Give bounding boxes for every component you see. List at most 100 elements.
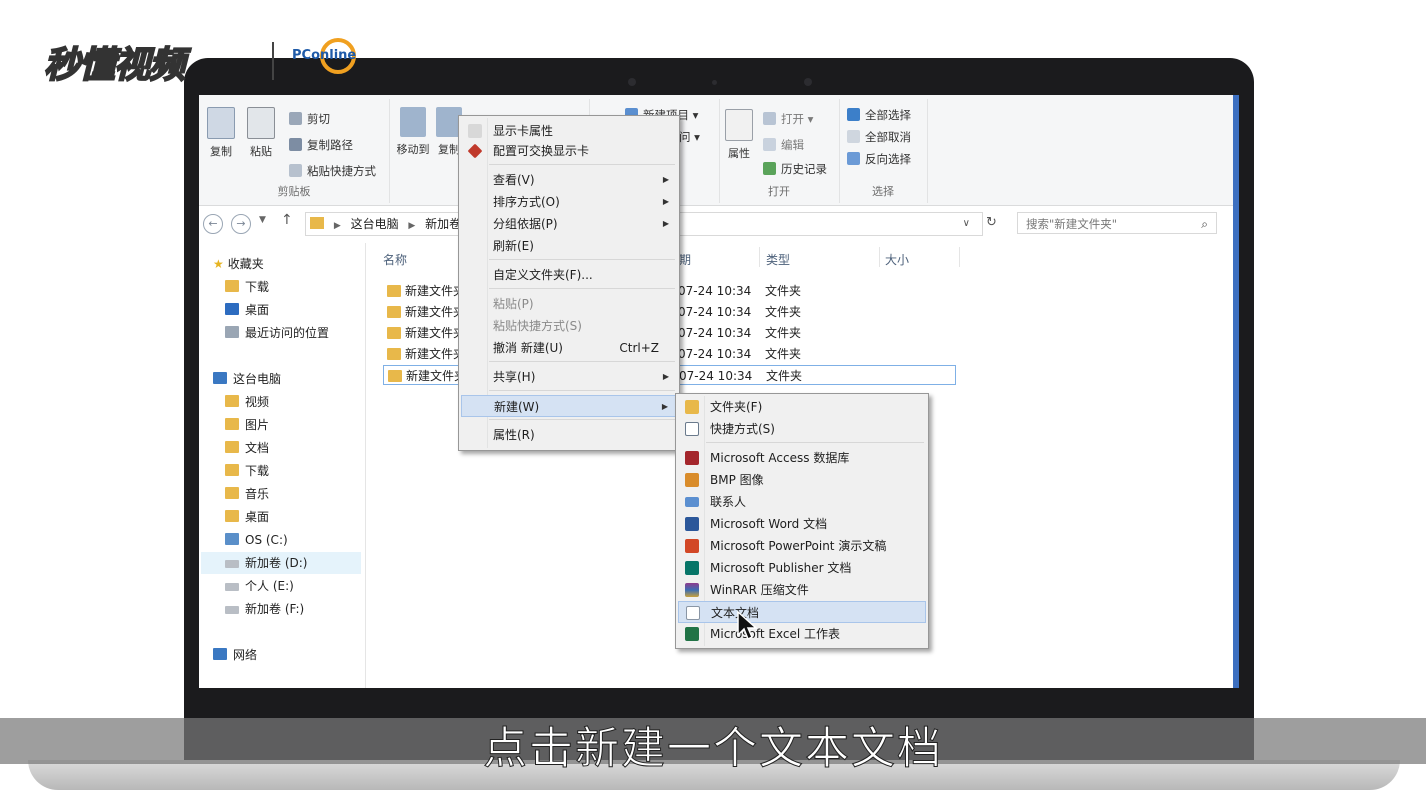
navpane-item-recent[interactable]: 最近访问的位置 <box>225 322 329 344</box>
text-document-icon <box>686 606 700 620</box>
move-to-button[interactable]: 移动到 <box>393 107 433 157</box>
brand-logo: 秒懂视频 <box>43 44 186 87</box>
column-header-type[interactable]: 类型 <box>766 251 790 268</box>
submenu-item-text-document[interactable]: 文本文档 <box>678 601 926 623</box>
copy-button[interactable]: 复制 <box>201 107 241 159</box>
navpane-item-drive-f[interactable]: 新加卷 (F:) <box>225 598 304 620</box>
open-icon <box>763 112 776 125</box>
pictures-folder-icon <box>225 418 239 430</box>
invert-selection-icon <box>847 152 860 165</box>
navpane-item-pictures[interactable]: 图片 <box>225 414 269 436</box>
navpane-item-downloads[interactable]: 下载 <box>225 276 269 298</box>
forward-button[interactable]: → <box>231 214 251 234</box>
ribbon-group-label: 剪贴板 <box>277 185 311 198</box>
paste-shortcut-button[interactable]: 粘贴快捷方式 <box>289 161 376 181</box>
folder-icon <box>387 348 401 360</box>
navigation-bar: ← → ▼ ↑ ▶ 这台电脑 ▶ 新加卷 ∨ ↻ 搜索"新建文件夹" ⌕ <box>199 209 1239 239</box>
menu-item-view[interactable]: 查看(V) ▶ <box>461 169 677 191</box>
menu-item-undo-new[interactable]: 撤消 新建(U) Ctrl+Z <box>461 337 677 359</box>
camera-lens-icon <box>712 80 717 85</box>
menu-item-new[interactable]: 新建(W) ▶ <box>461 395 677 417</box>
submenu-item-publisher[interactable]: Microsoft Publisher 文档 <box>678 557 926 579</box>
navpane-item-desktop-pc[interactable]: 桌面 <box>225 506 269 528</box>
navpane-item-drive-d[interactable]: 新加卷 (D:) <box>201 552 361 574</box>
navpane-item-drive-c[interactable]: OS (C:) <box>225 529 288 551</box>
column-divider[interactable] <box>759 247 760 267</box>
search-icon: ⌕ <box>1201 217 1208 231</box>
menu-item-paste[interactable]: 粘贴(P) <box>461 293 677 315</box>
submenu-arrow-icon: ▶ <box>662 175 669 184</box>
star-icon: ★ <box>213 257 224 271</box>
submenu-item-powerpoint[interactable]: Microsoft PowerPoint 演示文稿 <box>678 535 926 557</box>
navpane-favorites[interactable]: ★ 收藏夹 <box>213 253 264 275</box>
navpane-item-desktop[interactable]: 桌面 <box>225 299 269 321</box>
address-dropdown-icon[interactable]: ∨ <box>963 213 970 235</box>
navpane-item-drive-e[interactable]: 个人 (E:) <box>225 575 294 597</box>
history-button[interactable]: 历史记录 <box>763 159 827 179</box>
submenu-item-excel[interactable]: Microsoft Excel 工作表 <box>678 623 926 645</box>
copy-path-button[interactable]: 复制路径 <box>289 135 353 155</box>
subtitle-text: 点击新建一个文本文档 <box>483 723 943 775</box>
select-all-button[interactable]: 全部选择 <box>847 105 911 125</box>
folder-icon <box>387 285 401 297</box>
cut-button[interactable]: 剪切 <box>289 109 330 129</box>
invert-selection-button[interactable]: 反向选择 <box>847 149 911 169</box>
folder-icon <box>387 306 401 318</box>
select-none-button[interactable]: 全部取消 <box>847 127 911 147</box>
navpane-this-pc[interactable]: 这台电脑 <box>213 368 281 390</box>
search-input[interactable]: 搜索"新建文件夹" ⌕ <box>1017 212 1217 234</box>
winrar-icon <box>685 583 699 597</box>
paste-button[interactable]: 粘贴 <box>241 107 281 159</box>
music-folder-icon <box>225 487 239 499</box>
menu-item-sort[interactable]: 排序方式(O) ▶ <box>461 191 677 213</box>
submenu-item-folder[interactable]: 文件夹(F) <box>678 396 926 418</box>
column-divider[interactable] <box>959 247 960 267</box>
back-button[interactable]: ← <box>203 214 223 234</box>
up-button[interactable]: ↑ <box>281 212 293 228</box>
partner-logo: PConline <box>290 38 380 78</box>
recent-locations-chevron-icon[interactable]: ▼ <box>259 215 266 225</box>
publisher-icon <box>685 561 699 575</box>
history-icon <box>763 162 776 175</box>
menu-item-display-properties[interactable]: 显示卡属性 <box>461 120 677 142</box>
mouse-cursor-icon <box>737 611 757 641</box>
navpane-item-documents[interactable]: 文档 <box>225 437 269 459</box>
column-header-size[interactable]: 大小 <box>885 251 909 268</box>
desktop-edge <box>1233 95 1239 688</box>
submenu-item-contact[interactable]: 联系人 <box>678 491 926 513</box>
breadcrumb-volume[interactable]: 新加卷 <box>425 217 461 231</box>
breadcrumb-this-pc[interactable]: 这台电脑 <box>351 217 399 231</box>
desktop-folder-icon <box>225 510 239 522</box>
column-divider[interactable] <box>879 247 880 267</box>
system-drive-icon <box>225 533 239 545</box>
menu-item-share[interactable]: 共享(H) ▶ <box>461 366 677 388</box>
navpane-item-videos[interactable]: 视频 <box>225 391 269 413</box>
navpane-network[interactable]: 网络 <box>213 644 257 666</box>
menu-item-refresh[interactable]: 刷新(E) <box>461 235 677 257</box>
menu-item-customize-folder[interactable]: 自定义文件夹(F)... <box>461 264 677 286</box>
submenu-arrow-icon: ▶ <box>662 197 669 206</box>
submenu-item-shortcut[interactable]: 快捷方式(S) <box>678 418 926 440</box>
menu-item-group-by[interactable]: 分组依据(P) ▶ <box>461 213 677 235</box>
submenu-item-winrar[interactable]: WinRAR 压缩文件 <box>678 579 926 601</box>
shortcut-icon <box>685 422 699 436</box>
column-header-name[interactable]: 名称 <box>383 251 407 268</box>
open-button[interactable]: 打开 ▾ <box>763 109 813 129</box>
submenu-item-access[interactable]: Microsoft Access 数据库 <box>678 447 926 469</box>
refresh-icon[interactable]: ↻ <box>986 215 997 230</box>
properties-button[interactable]: 属性 <box>719 109 759 161</box>
menu-item-properties[interactable]: 属性(R) <box>461 424 677 446</box>
navpane-item-downloads-pc[interactable]: 下载 <box>225 460 269 482</box>
submenu-item-bmp[interactable]: BMP 图像 <box>678 469 926 491</box>
menu-item-paste-shortcut[interactable]: 粘贴快捷方式(S) <box>461 315 677 337</box>
easy-access-button[interactable]: 问 ▾ <box>679 127 700 147</box>
powerpoint-icon <box>685 539 699 553</box>
menu-item-switchable-graphics[interactable]: 配置可交换显示卡 <box>461 140 677 162</box>
submenu-arrow-icon: ▶ <box>661 402 668 411</box>
access-icon <box>685 451 699 465</box>
edit-button[interactable]: 编辑 <box>763 135 804 155</box>
ribbon-group-clipboard: 复制 粘贴 剪切 复制路径 粘贴快捷方式 剪贴板 <box>199 99 390 203</box>
submenu-item-word[interactable]: Microsoft Word 文档 <box>678 513 926 535</box>
column-header-date[interactable]: 期 <box>679 251 691 268</box>
navpane-item-music[interactable]: 音乐 <box>225 483 269 505</box>
